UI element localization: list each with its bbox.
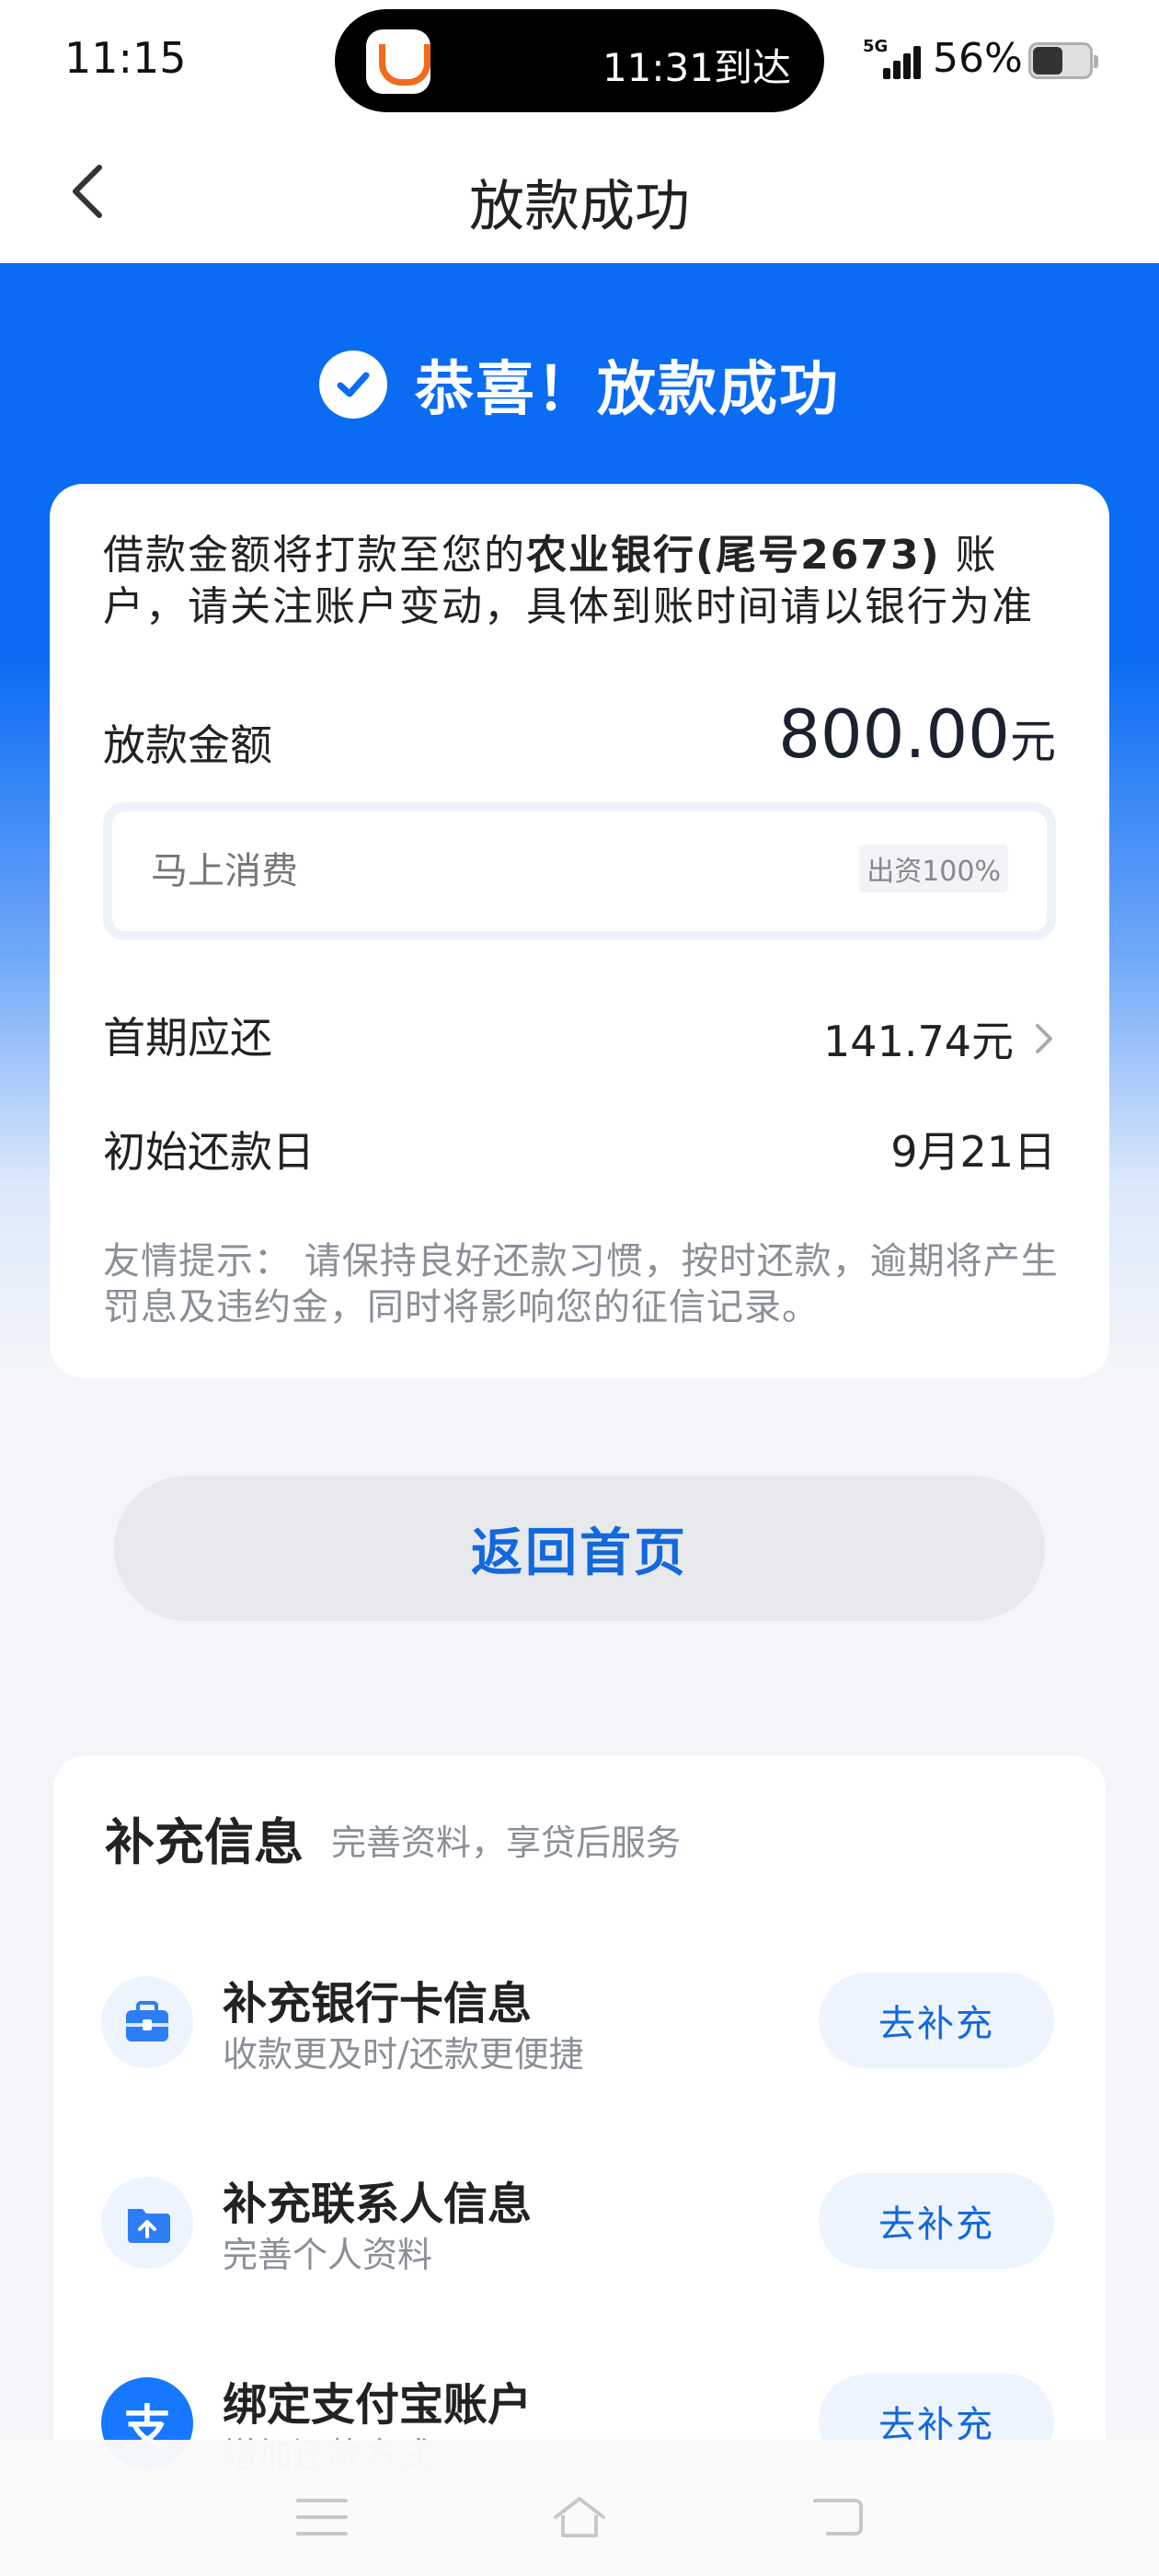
menu-key[interactable] xyxy=(294,2493,350,2541)
status-bar: 11:15 11:31到达 5G 56% xyxy=(0,0,1159,127)
success-row: 恭喜！放款成功 xyxy=(0,348,1159,424)
amount-number: 800.00 xyxy=(778,696,1010,773)
bank-card-icon xyxy=(101,1976,193,2068)
amount-unit: 元 xyxy=(1010,715,1056,768)
nav-bar: 放款成功 xyxy=(0,127,1159,263)
first-payment-row[interactable]: 141.74元 xyxy=(823,1008,1056,1069)
notice-bank: 农业银行(尾号2673) xyxy=(526,532,941,579)
supplement-button-label: 去补充 xyxy=(878,2204,994,2245)
repayment-date-value: 9月21日 xyxy=(890,1127,1056,1177)
battery-percent: 56% xyxy=(933,35,1023,82)
island-eta-text: 11:31到达 xyxy=(602,45,791,90)
return-home-button[interactable]: 返回首页 xyxy=(114,1476,1045,1621)
back-key[interactable] xyxy=(809,2493,865,2541)
disbursement-notice: 借款金额将打款至您的农业银行(尾号2673) 账户，请关注账户变动，具体到账时间… xyxy=(103,530,1069,633)
lender-name: 马上消费 xyxy=(151,850,298,892)
amount-value: 800.00元 xyxy=(778,696,1056,773)
supplement-contact-button[interactable]: 去补充 xyxy=(819,2173,1054,2269)
success-title: 恭喜！放款成功 xyxy=(415,356,840,424)
lender-box: 马上消费 出资100% xyxy=(103,802,1056,940)
signal-icon xyxy=(881,37,922,79)
dynamic-island[interactable]: 11:31到达 xyxy=(335,9,824,112)
menu-icon xyxy=(296,2499,348,2536)
home-icon xyxy=(554,2497,605,2537)
loan-info-card: 借款金额将打款至您的农业银行(尾号2673) 账户，请关注账户变动，具体到账时间… xyxy=(50,484,1109,1378)
contact-icon xyxy=(101,2177,193,2269)
status-time: 11:15 xyxy=(64,33,187,83)
supplement-subtitle: 完善资料，享贷后服务 xyxy=(331,1823,682,1863)
repayment-date-label: 初始还款日 xyxy=(103,1127,315,1177)
chevron-right-icon xyxy=(1036,1024,1052,1053)
amount-label: 放款金额 xyxy=(103,720,272,770)
first-payment-value: 141.74元 xyxy=(823,1017,1014,1066)
home-key[interactable] xyxy=(552,2493,607,2541)
supplement-bank-card-button[interactable]: 去补充 xyxy=(819,1972,1054,2068)
system-nav-bar xyxy=(0,2440,1159,2576)
friendly-tip: 友情提示： 请保持良好还款习惯，按时还款，逾期将产生罚息及违约金，同时将影响您的… xyxy=(103,1240,1059,1328)
check-circle-icon xyxy=(319,351,387,419)
first-payment-label: 首期应还 xyxy=(103,1013,272,1063)
supplement-title: 补充信息 xyxy=(105,1813,304,1871)
page-title: 放款成功 xyxy=(469,175,690,239)
supplement-item-title: 绑定支付宝账户 xyxy=(223,2379,533,2431)
supplement-item-bank-card: 补充银行卡信息 收款更及时/还款更便捷 去补充 xyxy=(53,1958,1106,2087)
supplement-item-desc: 完善个人资料 xyxy=(223,2235,433,2275)
return-home-label: 返回首页 xyxy=(471,1523,688,1581)
battery-icon xyxy=(1028,42,1098,79)
supplement-button-label: 去补充 xyxy=(878,2004,994,2044)
supplement-item-contact: 补充联系人信息 完善个人资料 去补充 xyxy=(53,2158,1106,2287)
supplement-item-desc: 收款更及时/还款更便捷 xyxy=(223,2034,584,2075)
ride-app-icon xyxy=(366,29,430,94)
supplement-item-title: 补充联系人信息 xyxy=(223,2179,533,2230)
back-key-icon xyxy=(813,2499,863,2536)
supplement-item-title: 补充银行卡信息 xyxy=(223,1978,533,2030)
notice-prefix: 借款金额将打款至您的 xyxy=(103,532,526,579)
lender-ratio-badge: 出资100% xyxy=(859,845,1008,892)
